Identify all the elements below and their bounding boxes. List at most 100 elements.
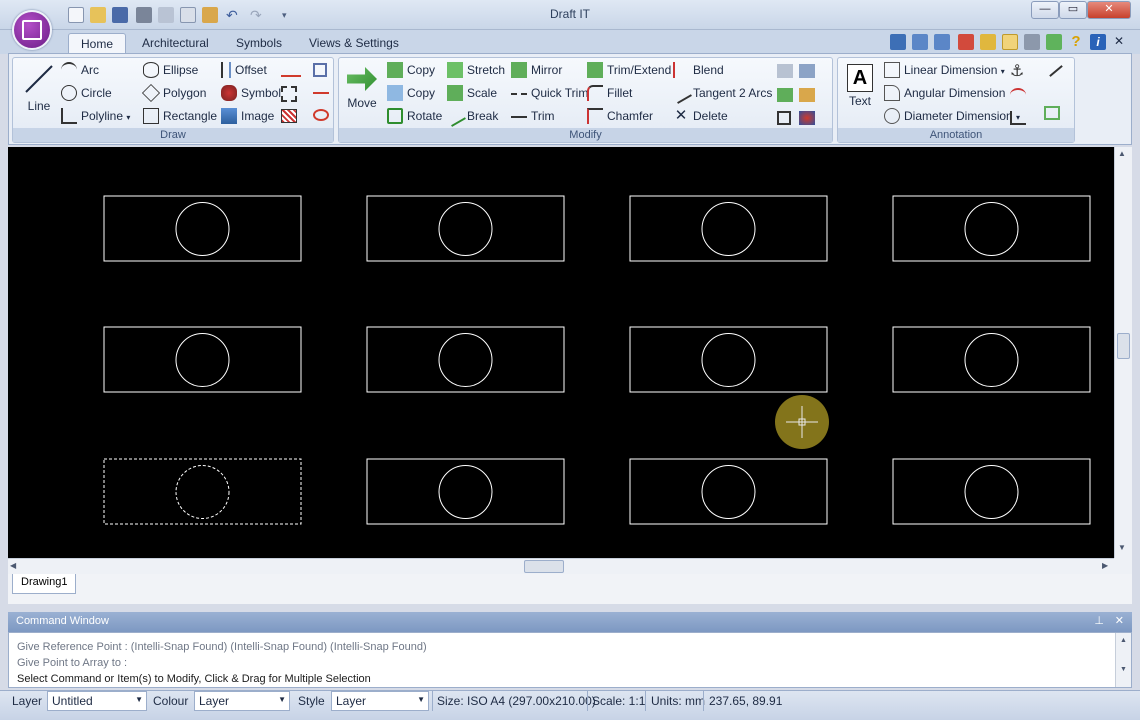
delete-button[interactable]: ✕ Delete: [673, 106, 728, 126]
tab-symbols[interactable]: Symbols: [224, 33, 294, 54]
maximize-button[interactable]: ▭: [1059, 1, 1087, 19]
cross-box-icon[interactable]: [313, 63, 327, 77]
angular-dimension-button[interactable]: Angular Dimension: [884, 83, 1005, 103]
style-select[interactable]: Layer ▼: [331, 691, 429, 711]
linear-dimension-button[interactable]: Linear Dimension ▾: [884, 60, 1005, 80]
drawing-circle[interactable]: [964, 333, 1019, 387]
export-icon[interactable]: [1046, 34, 1062, 50]
chamfer-button[interactable]: Chamfer: [587, 106, 653, 126]
scroll-up-icon[interactable]: ▲: [1118, 149, 1126, 158]
blend-button[interactable]: Blend: [673, 60, 724, 80]
tangent-2-arcs-button[interactable]: Tangent 2 Arcs: [670, 81, 772, 104]
drawing-rectangle[interactable]: [103, 458, 302, 525]
trim-extend-button[interactable]: Trim/Extend: [587, 60, 671, 80]
scroll-left-icon[interactable]: ◀: [10, 561, 16, 570]
break-button[interactable]: Break: [444, 104, 498, 127]
print-icon[interactable]: [136, 7, 152, 23]
scroll-down-icon[interactable]: ▼: [1118, 543, 1126, 552]
customize-toolbar-icon[interactable]: ▾: [282, 7, 298, 23]
drawing-item[interactable]: [629, 458, 828, 525]
snap-icon[interactable]: [980, 34, 996, 50]
linetype-icon[interactable]: [313, 92, 329, 94]
drawing-circle[interactable]: [701, 333, 756, 387]
circle-button[interactable]: Circle: [61, 83, 112, 103]
drawing-rectangle[interactable]: [892, 458, 1091, 525]
tab-drawing1[interactable]: Drawing1: [12, 574, 77, 594]
block-icon[interactable]: [1044, 106, 1060, 120]
arc-dimension-icon[interactable]: [1010, 88, 1026, 102]
drawing-circle[interactable]: [438, 202, 493, 256]
drawing-item[interactable]: [103, 326, 302, 393]
polygon-button[interactable]: Polygon: [141, 83, 206, 103]
zoom-out-icon[interactable]: [934, 34, 950, 50]
drawing-item[interactable]: [366, 195, 565, 262]
drawing-item[interactable]: [629, 326, 828, 393]
scale-button[interactable]: Scale: [447, 83, 497, 103]
drawing-circle[interactable]: [964, 465, 1019, 519]
diameter-dimension-button[interactable]: Diameter Dimension ▾: [884, 106, 1020, 126]
pattern-icon[interactable]: [281, 86, 297, 102]
tab-architectural[interactable]: Architectural: [130, 33, 221, 54]
drawing-circle[interactable]: [175, 333, 230, 387]
colour-select[interactable]: Layer ▼: [194, 691, 290, 711]
fillet-button[interactable]: Fillet: [587, 83, 632, 103]
offset-button[interactable]: Offset: [221, 60, 267, 80]
drawing-circle[interactable]: [701, 202, 756, 256]
line-button[interactable]: Line: [19, 62, 59, 118]
drawing-rectangle[interactable]: [366, 195, 565, 262]
undo-icon[interactable]: ↶: [226, 7, 242, 23]
move-button[interactable]: Move: [343, 62, 381, 118]
image-button[interactable]: Image: [221, 106, 274, 126]
match-icon[interactable]: [799, 88, 815, 102]
vertical-scrollbar[interactable]: ▲ ▼: [1114, 147, 1132, 558]
symbol-button[interactable]: Symbol: [221, 83, 281, 103]
group-icon[interactable]: [777, 111, 791, 125]
drawing-circle[interactable]: [438, 465, 493, 519]
layer-select[interactable]: Untitled ▼: [47, 691, 147, 711]
drawing-rectangle[interactable]: [366, 458, 565, 525]
line-colour-icon[interactable]: [281, 63, 301, 77]
copy-button[interactable]: Copy: [387, 60, 435, 80]
properties-icon[interactable]: [799, 64, 815, 78]
grid-icon[interactable]: [958, 34, 974, 50]
drawing-item[interactable]: [366, 326, 565, 393]
quick-trim-button[interactable]: Quick Trim: [511, 83, 588, 103]
drawing-rectangle[interactable]: [103, 326, 302, 393]
ribbon-close-icon[interactable]: ✕: [1114, 34, 1124, 48]
ordinate-icon[interactable]: [1010, 111, 1026, 125]
drawing-rectangle[interactable]: [366, 326, 565, 393]
drawing-rectangle[interactable]: [103, 195, 302, 262]
copy-array-button[interactable]: Copy: [387, 83, 435, 103]
tab-views-settings[interactable]: Views & Settings: [297, 33, 411, 54]
save-icon[interactable]: [112, 7, 128, 23]
horizontal-scroll-thumb[interactable]: [524, 560, 564, 573]
drawing-item[interactable]: [366, 458, 565, 525]
leader-icon[interactable]: [1049, 65, 1063, 77]
pin-icon[interactable]: ⊥: [1094, 614, 1104, 627]
info-icon[interactable]: i: [1090, 34, 1106, 50]
zoom-window-icon[interactable]: [890, 34, 906, 50]
scroll-up-icon[interactable]: ▲: [1116, 637, 1131, 644]
paste-icon[interactable]: [202, 7, 218, 23]
command-scrollbar[interactable]: ▲ ▼: [1115, 633, 1131, 687]
drawing-circle[interactable]: [701, 465, 756, 519]
drawing-item[interactable]: [103, 195, 302, 262]
minimize-button[interactable]: —: [1031, 1, 1059, 19]
ellipse-button[interactable]: Ellipse: [143, 60, 198, 80]
drawing-item[interactable]: [892, 458, 1091, 525]
drawing-rectangle[interactable]: [892, 326, 1091, 393]
stretch-button[interactable]: Stretch: [447, 60, 505, 80]
polyline-button[interactable]: Polyline ▾: [61, 106, 130, 126]
ortho-icon[interactable]: [1002, 34, 1018, 50]
drawing-circle[interactable]: [175, 202, 230, 256]
tab-home[interactable]: Home: [68, 33, 127, 54]
explode-icon[interactable]: [777, 88, 793, 102]
trim-button[interactable]: Trim: [511, 106, 555, 126]
drawing-rectangle[interactable]: [629, 458, 828, 525]
command-window-body[interactable]: Give Reference Point : (Intelli-Snap Fou…: [8, 632, 1132, 688]
layer-icon[interactable]: [799, 111, 815, 125]
open-folder-icon[interactable]: [90, 7, 106, 23]
zoom-in-icon[interactable]: [912, 34, 928, 50]
vertical-scroll-thumb[interactable]: [1117, 333, 1130, 359]
new-file-icon[interactable]: [68, 7, 84, 23]
